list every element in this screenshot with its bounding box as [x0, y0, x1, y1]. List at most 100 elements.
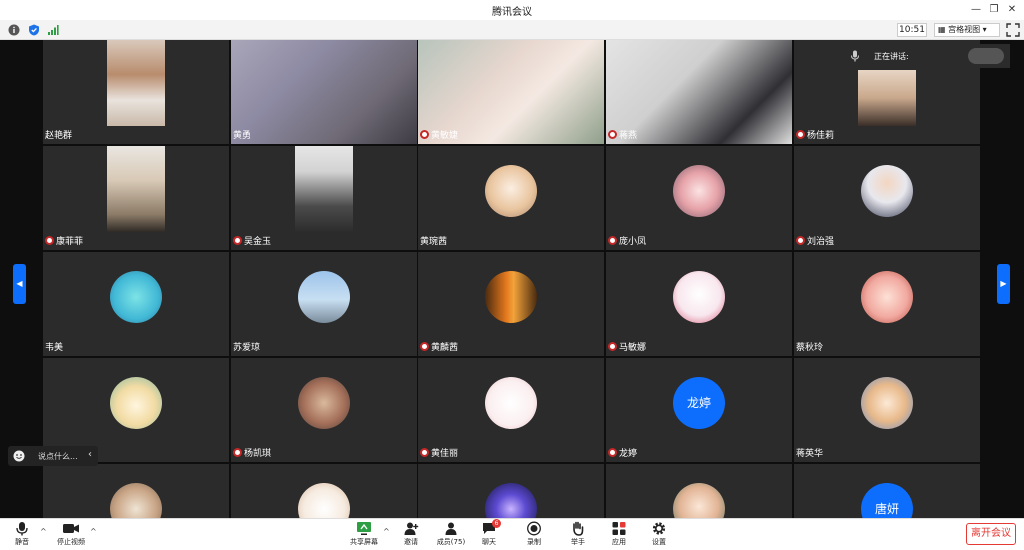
participant-tile[interactable]	[606, 464, 792, 518]
participant-tile[interactable]: 赵艳群	[43, 40, 229, 144]
participant-tile[interactable]: 黄敏婕	[418, 40, 604, 144]
participant-name: 黄佳丽	[420, 446, 458, 459]
meeting-toolbar: 静音 ^ 停止视频 ^ 共享屏幕 ^ 邀请 成员(75) 聊天 6 录制 举手 …	[0, 518, 1024, 550]
muted-mic-icon	[420, 342, 429, 351]
emoji-icon[interactable]	[13, 450, 25, 462]
participant-tile[interactable]: 杨凯琪	[231, 358, 417, 462]
chat-quick-input[interactable]: 说点什么... ‹	[8, 446, 98, 466]
participant-tile[interactable]	[418, 464, 604, 518]
participant-tile[interactable]	[231, 464, 417, 518]
chevron-right-icon: ▶	[1000, 279, 1007, 288]
record-button[interactable]: 录制	[522, 521, 546, 547]
microphone-icon	[16, 522, 28, 536]
participant-name: 黄勇	[233, 131, 252, 141]
participant-tile[interactable]: 苏爱琼	[231, 252, 417, 356]
avatar	[673, 271, 725, 323]
muted-mic-icon	[233, 236, 242, 245]
meeting-time: 10:51	[897, 23, 927, 37]
speaking-avatars	[968, 48, 1004, 64]
window-title: 腾讯会议	[492, 7, 532, 18]
participant-name: 康菲菲	[45, 234, 83, 247]
minimize-icon[interactable]: —	[968, 2, 984, 18]
muted-mic-icon	[796, 236, 805, 245]
participant-name: 苏爱琼	[233, 343, 261, 353]
members-button[interactable]: 成员(75)	[434, 521, 468, 547]
participant-name: 黄敏婕	[420, 128, 458, 141]
close-icon[interactable]: ✕	[1004, 2, 1020, 18]
avatar	[673, 483, 725, 518]
participant-name: 杨凯琪	[233, 446, 271, 459]
participant-tile[interactable]: 吴金玉	[231, 146, 417, 250]
mute-label: 静音	[15, 538, 29, 546]
text-avatar: 唐妍	[861, 483, 913, 518]
avatar	[861, 377, 913, 429]
avatar	[485, 483, 537, 518]
mute-button[interactable]: 静音	[8, 521, 36, 547]
participant-name: 蒋燕	[608, 128, 637, 141]
leave-meeting-button[interactable]: 离开会议	[966, 523, 1016, 545]
avatar	[298, 377, 350, 429]
previous-page-button[interactable]: ◀	[13, 264, 26, 304]
fullscreen-icon[interactable]	[1006, 23, 1020, 37]
participant-name: 蔡秋玲	[796, 343, 824, 353]
muted-mic-icon	[45, 236, 54, 245]
participant-tile[interactable]: 刘治强	[794, 146, 980, 250]
participant-video	[107, 40, 165, 126]
participant-tile[interactable]	[43, 464, 229, 518]
avatar	[861, 165, 913, 217]
settings-button[interactable]: 设置	[647, 521, 671, 547]
participant-name: 赵艳群	[45, 131, 73, 141]
chevron-up-icon[interactable]: ^	[40, 527, 47, 536]
muted-mic-icon	[608, 342, 617, 351]
chat-button[interactable]: 聊天 6	[476, 519, 502, 547]
shield-icon[interactable]	[28, 24, 40, 36]
video-grid: 赵艳群 黄勇 黄敏婕 蒋燕 杨佳莉 康菲菲 吴金玉 黄琬茜 庞小凤 刘治强 韦美…	[0, 40, 1024, 518]
avatar	[485, 377, 537, 429]
participant-tile[interactable]: 黄麟茜	[418, 252, 604, 356]
chevron-down-icon: ▾	[982, 25, 987, 34]
participant-tile[interactable]: 蒋英华	[794, 358, 980, 462]
muted-mic-icon	[608, 130, 617, 139]
apps-button[interactable]: 应用	[607, 521, 631, 547]
avatar	[298, 483, 350, 518]
participant-video	[858, 70, 916, 126]
participant-tile[interactable]: 马敏娜	[606, 252, 792, 356]
speaking-indicator: 正在讲话:	[840, 44, 1010, 68]
avatar	[485, 165, 537, 217]
chevron-left-icon[interactable]: ‹	[88, 449, 92, 460]
next-page-button[interactable]: ▶	[997, 264, 1010, 304]
participant-tile[interactable]: 韦美	[43, 252, 229, 356]
meeting-info-bar: 10:51 ▦ 宫格视图 ▾	[0, 20, 1024, 40]
muted-mic-icon	[420, 130, 429, 139]
participant-tile[interactable]: 黄佳丽	[418, 358, 604, 462]
restore-icon[interactable]: ❐	[986, 2, 1002, 18]
participant-tile[interactable]: 黄琬茜	[418, 146, 604, 250]
participant-tile[interactable]: 蔡秋玲	[794, 252, 980, 356]
participant-name: 庞小凤	[608, 234, 646, 247]
chevron-up-icon[interactable]: ^	[383, 527, 390, 536]
info-icon[interactable]	[8, 24, 20, 36]
view-mode-select[interactable]: ▦ 宫格视图 ▾	[934, 23, 1000, 37]
participant-tile[interactable]: 唐妍	[794, 464, 980, 518]
participant-tile[interactable]: 龙婷 龙婷	[606, 358, 792, 462]
signal-icon[interactable]	[47, 24, 59, 36]
participant-tile[interactable]: 黄勇	[231, 40, 417, 144]
invite-label: 邀请	[404, 538, 418, 546]
chat-label: 聊天	[482, 538, 496, 546]
share-screen-button[interactable]: 共享屏幕	[347, 521, 381, 547]
avatar	[861, 271, 913, 323]
stop-video-button[interactable]: 停止视频	[54, 521, 88, 547]
participant-name: 黄麟茜	[420, 340, 458, 353]
members-icon	[445, 522, 457, 535]
chevron-up-icon[interactable]: ^	[90, 527, 97, 536]
text-avatar: 龙婷	[673, 377, 725, 429]
participant-tile[interactable]: 蒋燕	[606, 40, 792, 144]
view-mode-label: 宫格视图	[948, 25, 981, 34]
muted-mic-icon	[608, 448, 617, 457]
participant-tile[interactable]: 庞小凤	[606, 146, 792, 250]
participant-tile[interactable]: 康菲菲	[43, 146, 229, 250]
invite-button[interactable]: 邀请	[399, 521, 423, 547]
avatar	[673, 165, 725, 217]
share-screen-label: 共享屏幕	[350, 538, 378, 546]
raise-hand-button[interactable]: 举手	[566, 521, 590, 547]
